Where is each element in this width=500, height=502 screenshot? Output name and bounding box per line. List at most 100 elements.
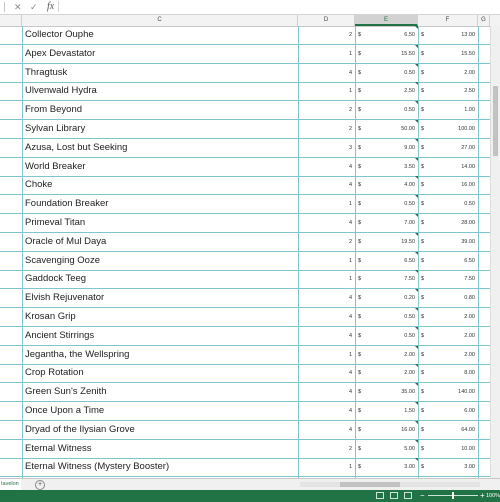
zoom-slider-thumb[interactable] — [452, 492, 454, 499]
price-cell[interactable]: $3.50 — [355, 158, 418, 176]
quantity-cell[interactable]: 2 — [298, 233, 355, 251]
error-indicator-icon[interactable] — [415, 120, 418, 123]
total-cell[interactable]: $13.00 — [418, 26, 478, 44]
error-indicator-icon[interactable] — [415, 63, 418, 67]
price-cell[interactable]: $0.50 — [355, 101, 418, 119]
error-indicator-icon[interactable] — [415, 326, 418, 330]
total-cell[interactable]: $10.00 — [418, 440, 478, 458]
quantity-cell[interactable]: 2 — [298, 120, 355, 138]
zoom-level[interactable]: 100% — [486, 490, 500, 502]
card-name-cell[interactable]: World Breaker — [22, 158, 298, 176]
price-cell[interactable]: $6.50 — [355, 26, 418, 44]
normal-view-icon[interactable] — [376, 492, 384, 499]
error-indicator-icon[interactable] — [415, 82, 418, 86]
column-header-f[interactable]: F — [418, 15, 478, 26]
error-indicator-icon[interactable] — [415, 157, 418, 161]
total-cell[interactable]: $0.80 — [418, 289, 478, 307]
cancel-icon[interactable]: ✕ — [14, 0, 22, 14]
empty-cell[interactable] — [478, 270, 490, 288]
total-cell[interactable]: $2.00 — [418, 327, 478, 345]
price-cell[interactable]: $2.00 — [355, 346, 418, 364]
card-name-cell[interactable]: Ancient Stirrings — [22, 327, 298, 345]
empty-cell[interactable] — [478, 458, 490, 476]
empty-cell[interactable] — [478, 364, 490, 382]
empty-cell[interactable] — [478, 346, 490, 364]
total-cell[interactable]: $39.00 — [418, 233, 478, 251]
empty-cell[interactable] — [478, 120, 490, 138]
total-cell[interactable]: $8.00 — [418, 364, 478, 382]
total-cell[interactable]: $28.00 — [418, 214, 478, 232]
empty-cell[interactable] — [478, 421, 490, 439]
error-indicator-icon[interactable] — [415, 458, 418, 462]
card-name-cell[interactable]: Eternal Witness — [22, 440, 298, 458]
price-cell[interactable]: $0.50 — [355, 195, 418, 213]
card-name-cell[interactable]: Azusa, Lost but Seeking — [22, 139, 298, 157]
empty-cell[interactable] — [478, 64, 490, 82]
empty-cell[interactable] — [478, 176, 490, 194]
quantity-cell[interactable]: 4 — [298, 64, 355, 82]
total-cell[interactable]: $2.00 — [418, 346, 478, 364]
total-cell[interactable]: $0.50 — [418, 195, 478, 213]
quantity-cell[interactable]: 1 — [298, 346, 355, 364]
quantity-cell[interactable]: 4 — [298, 308, 355, 326]
horizontal-scrollbar[interactable] — [300, 482, 480, 487]
price-cell[interactable]: $7.50 — [355, 270, 418, 288]
total-cell[interactable]: $140.00 — [418, 383, 478, 401]
error-indicator-icon[interactable] — [415, 195, 418, 199]
empty-cell[interactable] — [478, 158, 490, 176]
price-cell[interactable]: $4.00 — [355, 176, 418, 194]
empty-cell[interactable] — [478, 101, 490, 119]
card-name-cell[interactable]: Foundation Breaker — [22, 195, 298, 213]
quantity-cell[interactable]: 1 — [298, 82, 355, 100]
vertical-scrollbar[interactable] — [490, 26, 500, 478]
total-cell[interactable]: $7.50 — [418, 270, 478, 288]
empty-cell[interactable] — [478, 139, 490, 157]
total-cell[interactable]: $16.00 — [418, 176, 478, 194]
quantity-cell[interactable]: 4 — [298, 364, 355, 382]
quantity-cell[interactable]: 4 — [298, 421, 355, 439]
quantity-cell[interactable]: 1 — [298, 195, 355, 213]
total-cell[interactable]: $2.00 — [418, 64, 478, 82]
error-indicator-icon[interactable] — [415, 44, 418, 48]
error-indicator-icon[interactable] — [415, 364, 418, 368]
empty-cell[interactable] — [478, 440, 490, 458]
error-indicator-icon[interactable] — [415, 176, 418, 180]
quantity-cell[interactable]: 4 — [298, 158, 355, 176]
quantity-cell[interactable]: 2 — [298, 101, 355, 119]
error-indicator-icon[interactable] — [415, 214, 418, 217]
card-name-cell[interactable]: Jegantha, the Wellspring — [22, 346, 298, 364]
page-layout-view-icon[interactable] — [390, 492, 398, 499]
zoom-in-icon[interactable]: + — [480, 490, 485, 502]
quantity-cell[interactable]: 4 — [298, 402, 355, 420]
total-cell[interactable]: $2.00 — [418, 308, 478, 326]
card-name-cell[interactable]: Gaddock Teeg — [22, 270, 298, 288]
error-indicator-icon[interactable] — [415, 138, 418, 142]
card-name-cell[interactable]: Crop Rotation — [22, 364, 298, 382]
error-indicator-icon[interactable] — [415, 439, 418, 443]
quantity-cell[interactable]: 1 — [298, 45, 355, 63]
quantity-cell[interactable]: 2 — [298, 440, 355, 458]
quantity-cell[interactable]: 1 — [298, 252, 355, 270]
price-cell[interactable]: $3.00 — [355, 458, 418, 476]
card-name-cell[interactable]: Dryad of the Ilysian Grove — [22, 421, 298, 439]
card-name-cell[interactable]: Eternal Witness (Mystery Booster) — [22, 458, 298, 476]
card-name-cell[interactable]: Ulvenwald Hydra — [22, 82, 298, 100]
empty-cell[interactable] — [478, 308, 490, 326]
vertical-scroll-thumb[interactable] — [493, 86, 498, 156]
price-cell[interactable]: $1.50 — [355, 402, 418, 420]
price-cell[interactable]: $0.20 — [355, 289, 418, 307]
add-sheet-icon[interactable]: + — [35, 480, 45, 490]
error-indicator-icon[interactable] — [415, 251, 418, 255]
card-name-cell[interactable]: Scavenging Ooze — [22, 252, 298, 270]
empty-cell[interactable] — [478, 252, 490, 270]
select-all-corner[interactable] — [0, 15, 22, 26]
price-cell[interactable]: $0.50 — [355, 308, 418, 326]
card-name-cell[interactable]: Apex Devastator — [22, 45, 298, 63]
formula-input[interactable] — [58, 1, 499, 12]
error-indicator-icon[interactable] — [415, 26, 418, 29]
total-cell[interactable]: $6.50 — [418, 252, 478, 270]
card-name-cell[interactable]: From Beyond — [22, 101, 298, 119]
empty-cell[interactable] — [478, 289, 490, 307]
empty-cell[interactable] — [478, 82, 490, 100]
card-name-cell[interactable]: Choke — [22, 176, 298, 194]
